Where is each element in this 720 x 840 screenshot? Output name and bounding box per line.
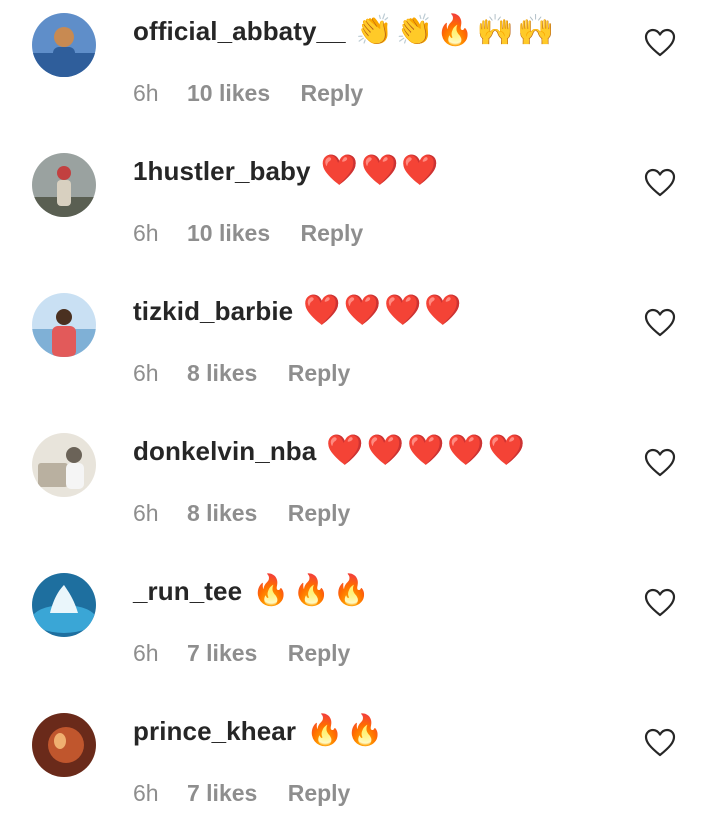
heart-icon[interactable] [644, 588, 676, 618]
comment-line: prince_khear 🔥🔥 [133, 712, 387, 750]
like-count[interactable]: 10 likes [187, 80, 270, 106]
like-count[interactable]: 8 likes [187, 360, 257, 386]
comment-line: 1hustler_baby ❤️❤️❤️ [133, 152, 442, 190]
reply-button[interactable]: Reply [301, 220, 364, 246]
comment-line: _run_tee 🔥🔥🔥 [133, 572, 373, 610]
comment-item: 1hustler_baby ❤️❤️❤️ 6h 10 likes Reply [0, 140, 720, 280]
comment-line: tizkid_barbie ❤️❤️❤️❤️ [133, 292, 465, 330]
avatar[interactable] [32, 153, 96, 217]
username[interactable]: official_abbaty__ [133, 12, 346, 50]
comment-item: prince_khear 🔥🔥 6h 7 likes Reply [0, 700, 720, 840]
comment-line: donkelvin_nba ❤️❤️❤️❤️❤️ [133, 432, 528, 470]
comment-item: tizkid_barbie ❤️❤️❤️❤️ 6h 8 likes Reply [0, 280, 720, 420]
reply-button[interactable]: Reply [288, 780, 351, 806]
reply-button[interactable]: Reply [288, 500, 351, 526]
like-count[interactable]: 10 likes [187, 220, 270, 246]
heart-icon[interactable] [644, 448, 676, 478]
comment-text: 🔥🔥 [306, 713, 387, 748]
avatar[interactable] [32, 13, 96, 77]
username[interactable]: donkelvin_nba [133, 432, 316, 470]
like-count[interactable]: 8 likes [187, 500, 257, 526]
comment-text: ❤️❤️❤️❤️❤️ [326, 433, 529, 468]
comment-text: 🔥🔥🔥 [252, 573, 374, 608]
comment-meta: 6h 10 likes Reply [133, 216, 363, 246]
timestamp: 6h [133, 779, 159, 806]
timestamp: 6h [133, 359, 159, 386]
timestamp: 6h [133, 219, 159, 246]
avatar[interactable] [32, 713, 96, 777]
username[interactable]: tizkid_barbie [133, 292, 293, 330]
comment-list: official_abbaty__ 👏👏🔥🙌🙌 6h 10 likes Repl… [0, 0, 720, 838]
reply-button[interactable]: Reply [301, 80, 364, 106]
like-count[interactable]: 7 likes [187, 640, 257, 666]
comment-meta: 6h 7 likes Reply [133, 776, 350, 806]
comment-item: donkelvin_nba ❤️❤️❤️❤️❤️ 6h 8 likes Repl… [0, 420, 720, 560]
comment-text: ❤️❤️❤️❤️ [303, 293, 465, 328]
heart-icon[interactable] [644, 728, 676, 758]
comment-line: official_abbaty__ 👏👏🔥🙌🙌 [133, 12, 557, 50]
reply-button[interactable]: Reply [288, 360, 351, 386]
like-count[interactable]: 7 likes [187, 780, 257, 806]
avatar[interactable] [32, 573, 96, 637]
heart-icon[interactable] [644, 308, 676, 338]
username[interactable]: 1hustler_baby [133, 152, 311, 190]
avatar[interactable] [32, 433, 96, 497]
avatar[interactable] [32, 293, 96, 357]
comment-meta: 6h 8 likes Reply [133, 496, 350, 526]
timestamp: 6h [133, 499, 159, 526]
comment-meta: 6h 8 likes Reply [133, 356, 350, 386]
heart-icon[interactable] [644, 28, 676, 58]
comment-item: official_abbaty__ 👏👏🔥🙌🙌 6h 10 likes Repl… [0, 0, 720, 140]
comment-text: ❤️❤️❤️ [320, 153, 442, 188]
comment-item: _run_tee 🔥🔥🔥 6h 7 likes Reply [0, 560, 720, 700]
comment-meta: 6h 10 likes Reply [133, 76, 363, 106]
timestamp: 6h [133, 639, 159, 666]
heart-icon[interactable] [644, 168, 676, 198]
username[interactable]: _run_tee [133, 572, 242, 610]
timestamp: 6h [133, 79, 159, 106]
comment-text: 👏👏🔥🙌🙌 [355, 13, 558, 48]
username[interactable]: prince_khear [133, 712, 296, 750]
reply-button[interactable]: Reply [288, 640, 351, 666]
comment-meta: 6h 7 likes Reply [133, 636, 350, 666]
